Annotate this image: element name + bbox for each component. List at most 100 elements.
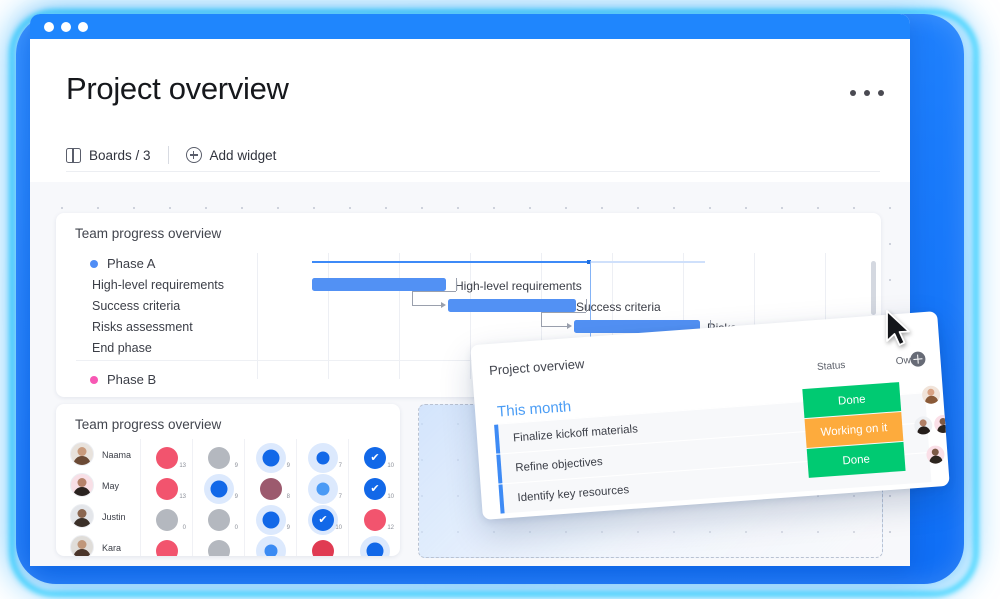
progress-bubble: [312, 540, 334, 556]
team-progress-cell[interactable]: 9: [192, 439, 245, 470]
gantt-row-label: High-level requirements: [92, 277, 225, 292]
gantt-widget-title: Team progress overview: [75, 226, 222, 241]
team-progress-cell[interactable]: 8: [244, 470, 297, 501]
gantt-link-1b: [412, 291, 456, 293]
gantt-row-label: Phase A: [107, 256, 156, 271]
phase-b-dot-icon: [90, 376, 98, 384]
widget-toolbar: Boards / 3 Add widget: [66, 139, 880, 171]
gantt-row-label: Risks assessment: [92, 319, 193, 334]
progress-bubble: [208, 509, 230, 531]
avatar: [925, 444, 946, 464]
team-progress-widget[interactable]: Team progress overview Naama 13 9 9 7 ✔ 10 May 1…: [56, 404, 400, 556]
team-progress-cell[interactable]: 7: [244, 532, 297, 556]
cell-count: 10: [387, 463, 394, 469]
cell-count: 9: [286, 525, 290, 531]
team-progress-cell[interactable]: 9: [348, 532, 400, 556]
progress-bubble: [208, 540, 230, 556]
team-progress-cell[interactable]: 13: [140, 470, 193, 501]
cell-count: 10: [335, 525, 342, 531]
owner-cell[interactable]: [901, 407, 950, 440]
team-progress-cell[interactable]: 13: [140, 439, 193, 470]
page-title: Project overview: [66, 71, 289, 106]
team-progress-row[interactable]: Kara1397129: [56, 532, 400, 556]
team-progress-cell[interactable]: 12: [348, 501, 400, 532]
task-name: Finalize kickoff materials: [512, 422, 639, 444]
window-titlebar: [30, 14, 910, 39]
team-progress-cell[interactable]: 13: [140, 532, 193, 556]
mouse-pointer-icon: [884, 310, 914, 348]
team-progress-cell[interactable]: 9: [192, 532, 245, 556]
window-close-dot[interactable]: [44, 22, 54, 32]
column-header-status: Status: [816, 359, 846, 374]
team-progress-cell[interactable]: ✔ 10: [348, 470, 400, 501]
row-accent-bar: [496, 454, 502, 484]
progress-bubble: [262, 511, 280, 529]
team-progress-row[interactable]: May 13 9 8 7 ✔ 10: [56, 470, 400, 504]
team-progress-row[interactable]: Justin 0 0 9 ✔ 10 12: [56, 501, 400, 535]
team-progress-cell[interactable]: 9: [244, 439, 297, 473]
progress-bubble: [264, 544, 278, 556]
gantt-link-2-arrow: [567, 322, 572, 329]
cell-count: 13: [179, 463, 186, 469]
gantt-link-1c: [412, 291, 414, 305]
gantt-bar-label: High-level requirements: [455, 279, 582, 293]
boards-button[interactable]: Boards / 3: [66, 147, 151, 163]
floating-card-group-label: This month: [496, 398, 572, 421]
team-progress-row[interactable]: Naama 13 9 9 7 ✔ 10: [56, 439, 400, 473]
progress-bubble: [210, 480, 228, 498]
gantt-link-1d: [412, 305, 442, 307]
team-progress-cell[interactable]: 0: [140, 501, 193, 532]
team-member-name: Naama: [102, 449, 132, 460]
row-accent-bar: [498, 484, 505, 514]
team-progress-cell[interactable]: 9: [244, 501, 297, 535]
progress-bubble: [364, 509, 386, 531]
progress-bubble: [366, 542, 384, 556]
team-progress-cell[interactable]: 7: [296, 439, 349, 473]
cell-count: 7: [338, 494, 342, 500]
gantt-bar-label: Success criteria: [576, 300, 661, 314]
floating-board-card[interactable]: Project overview Status Owner This month…: [470, 311, 950, 520]
header-divider: [66, 171, 880, 172]
window-minimize-dot[interactable]: [61, 22, 71, 32]
avatar: [70, 504, 94, 528]
team-progress-cell[interactable]: 12: [296, 532, 349, 556]
cell-count: 0: [234, 525, 238, 531]
cell-count: 9: [234, 494, 238, 500]
phase-a-dot-icon: [90, 260, 98, 268]
gantt-link-1a: [446, 278, 457, 291]
check-icon: ✔: [370, 482, 380, 495]
team-member-name: Kara: [102, 542, 122, 553]
check-icon: ✔: [318, 513, 328, 526]
gantt-row-label: End phase: [92, 340, 152, 355]
owner-cell[interactable]: [903, 437, 949, 470]
progress-bubble: [208, 447, 230, 469]
cell-count: 9: [286, 463, 290, 469]
row-accent-bar: [494, 424, 500, 454]
window-maximize-dot[interactable]: [78, 22, 88, 32]
team-progress-cell[interactable]: ✔ 10: [348, 439, 400, 470]
gantt-vertical-scrollbar[interactable]: [871, 261, 876, 315]
cell-count: 13: [179, 494, 186, 500]
team-progress-cell[interactable]: 9: [192, 470, 245, 504]
toolbar-divider: [167, 146, 169, 164]
phase-a-summary-line: [312, 260, 591, 264]
avatar: [70, 442, 94, 466]
boards-label: Boards / 3: [89, 147, 151, 163]
progress-bubble: ✔: [364, 478, 386, 500]
gantt-link-2d: [541, 326, 568, 328]
team-progress-cell[interactable]: 7: [296, 470, 349, 504]
gantt-row-phase-a[interactable]: Phase A: [56, 253, 881, 274]
gantt-link-2a: [576, 299, 587, 312]
add-widget-button[interactable]: Add widget: [185, 147, 276, 163]
owner-cell[interactable]: [899, 378, 950, 411]
gantt-link-1-arrow: [441, 301, 446, 308]
cell-count: 10: [387, 494, 394, 500]
task-name: Identify key resources: [517, 483, 630, 504]
gantt-bar-high-level-requirements[interactable]: [312, 278, 446, 291]
team-progress-cell[interactable]: ✔ 10: [296, 501, 349, 535]
kebab-menu-icon[interactable]: [850, 87, 884, 99]
cell-count: 7: [338, 463, 342, 469]
gantt-bar-success-criteria[interactable]: [448, 299, 576, 312]
team-progress-cell[interactable]: 0: [192, 501, 245, 532]
screenshot-root: Project overview Boards / 3 Add widget T…: [0, 0, 1000, 599]
